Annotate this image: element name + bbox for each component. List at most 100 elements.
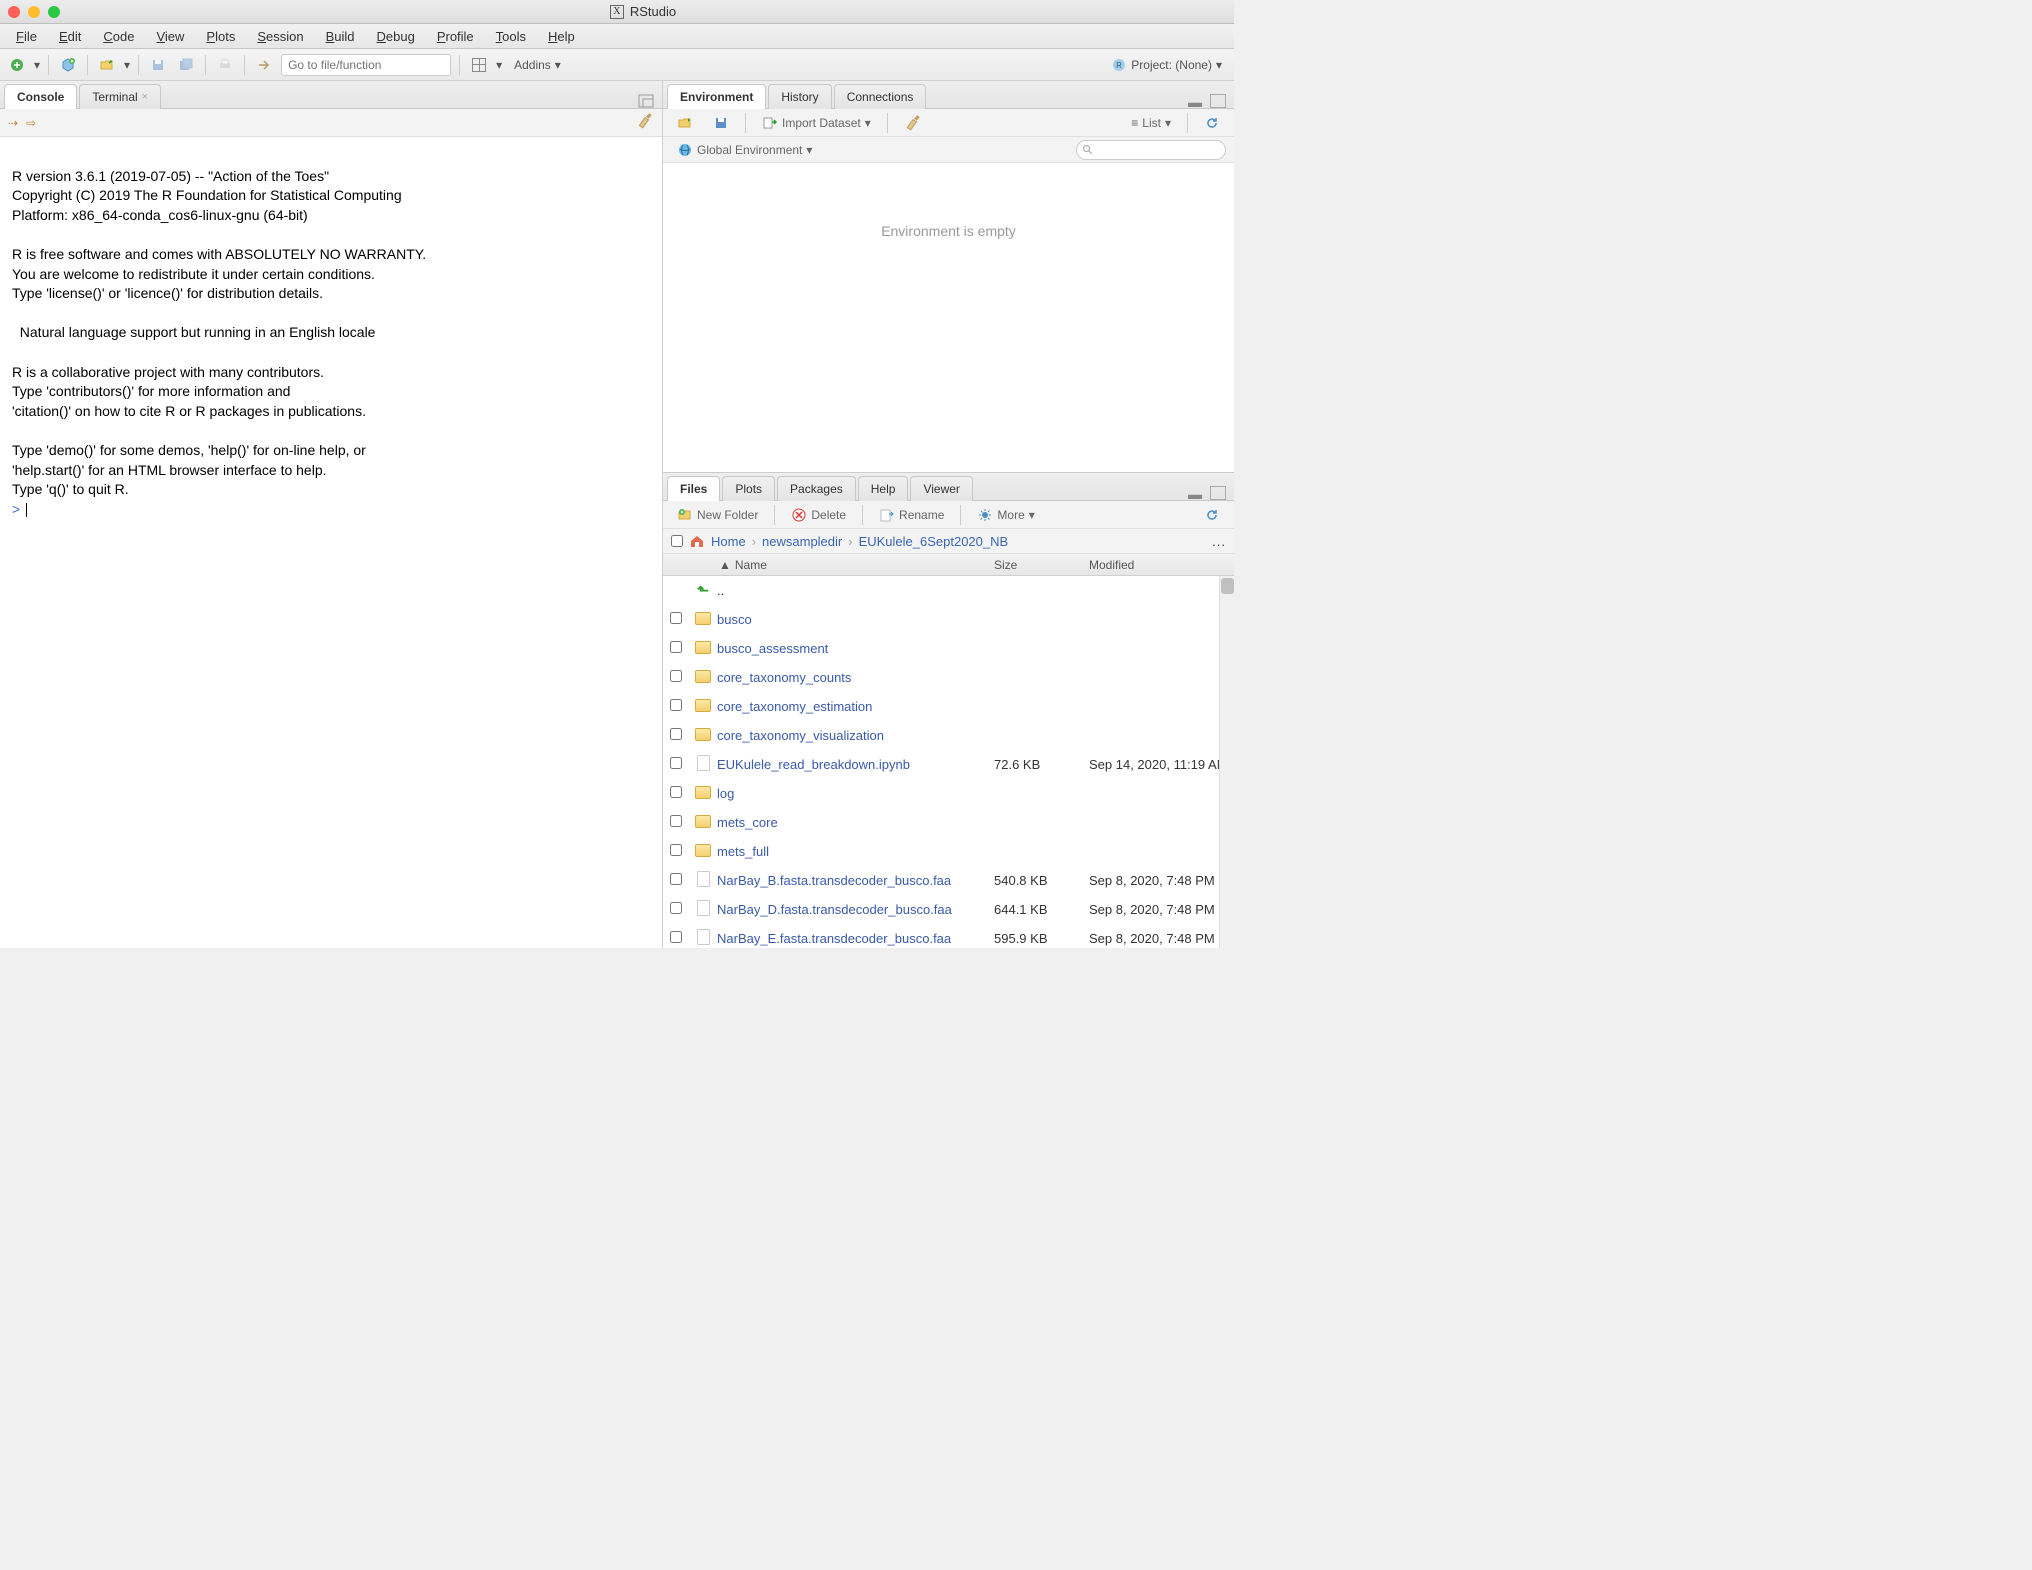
clear-workspace-button[interactable]	[898, 112, 928, 134]
menu-build[interactable]: Build	[316, 26, 365, 47]
file-row-up[interactable]: ⬑ ..	[663, 576, 1234, 605]
file-name[interactable]: busco_assessment	[717, 641, 994, 656]
file-name[interactable]: NarBay_D.fasta.transdecoder_busco.faa	[717, 902, 994, 917]
console-wd-chevrons[interactable]: ⇢	[8, 116, 18, 130]
file-checkbox[interactable]	[670, 873, 682, 885]
file-row[interactable]: NarBay_B.fasta.transdecoder_busco.faa540…	[663, 866, 1234, 895]
save-button[interactable]	[147, 54, 169, 76]
workspace-panes-dropdown[interactable]: ▾	[496, 58, 502, 72]
project-menu[interactable]: R Project: (None) ▾	[1111, 57, 1228, 73]
tab-plots[interactable]: Plots	[722, 476, 775, 501]
import-dataset-button[interactable]: Import Dataset ▾	[756, 113, 877, 133]
file-checkbox[interactable]	[670, 670, 682, 682]
menu-plots[interactable]: Plots	[196, 26, 245, 47]
console-wd-chevrons2[interactable]: ⇨	[26, 116, 36, 130]
menu-code[interactable]: Code	[93, 26, 144, 47]
file-checkbox[interactable]	[670, 844, 682, 856]
file-row[interactable]: core_taxonomy_visualization	[663, 721, 1234, 750]
save-all-button[interactable]	[175, 54, 197, 76]
tab-packages[interactable]: Packages	[777, 476, 856, 501]
more-button[interactable]: More ▾	[971, 505, 1040, 525]
menu-file[interactable]: File	[6, 26, 47, 47]
menu-edit[interactable]: Edit	[49, 26, 91, 47]
breadcrumb-more-button[interactable]: ...	[1212, 534, 1226, 549]
pane-minimize-button[interactable]: ▬	[1188, 486, 1204, 500]
open-file-dropdown[interactable]: ▾	[124, 58, 130, 72]
delete-button[interactable]: Delete	[785, 505, 852, 525]
refresh-env-button[interactable]	[1198, 113, 1226, 133]
col-modified-header[interactable]: Modified	[1089, 558, 1234, 572]
menu-session[interactable]: Session	[247, 26, 313, 47]
clear-console-button[interactable]	[636, 112, 654, 133]
save-workspace-button[interactable]	[707, 113, 735, 133]
vertical-scrollbar[interactable]	[1219, 576, 1234, 948]
tab-viewer[interactable]: Viewer	[910, 476, 972, 501]
file-name[interactable]: EUKulele_read_breakdown.ipynb	[717, 757, 994, 772]
addins-menu[interactable]: Addins ▾	[508, 58, 567, 72]
close-window-button[interactable]	[8, 6, 20, 18]
minimize-pane-icon[interactable]	[638, 94, 654, 108]
new-file-button[interactable]	[6, 54, 28, 76]
menu-profile[interactable]: Profile	[427, 26, 484, 47]
close-icon[interactable]: ×	[142, 91, 148, 103]
file-checkbox[interactable]	[670, 728, 682, 740]
file-row[interactable]: busco	[663, 605, 1234, 634]
rename-button[interactable]: Rename	[873, 505, 950, 525]
print-button[interactable]	[214, 54, 236, 76]
file-name[interactable]: mets_core	[717, 815, 994, 830]
menu-view[interactable]: View	[146, 26, 194, 47]
menu-debug[interactable]: Debug	[367, 26, 425, 47]
breadcrumb-home[interactable]: Home	[711, 534, 746, 549]
menu-tools[interactable]: Tools	[486, 26, 536, 47]
file-name[interactable]: core_taxonomy_visualization	[717, 728, 994, 743]
open-file-button[interactable]	[96, 54, 118, 76]
file-row[interactable]: core_taxonomy_counts	[663, 663, 1234, 692]
tab-help[interactable]: Help	[858, 476, 909, 501]
file-checkbox[interactable]	[670, 786, 682, 798]
workspace-panes-button[interactable]	[468, 54, 490, 76]
file-row[interactable]: busco_assessment	[663, 634, 1234, 663]
file-list[interactable]: ⬑ .. busco busco_assessment core_taxonomy_…	[663, 576, 1234, 948]
tab-files[interactable]: Files	[667, 476, 720, 501]
breadcrumb-item[interactable]: EUKulele_6Sept2020_NB	[859, 534, 1009, 549]
zoom-window-button[interactable]	[48, 6, 60, 18]
file-row[interactable]: mets_core	[663, 808, 1234, 837]
new-folder-button[interactable]: New Folder	[671, 505, 764, 525]
tab-console[interactable]: Console	[4, 84, 77, 109]
home-icon[interactable]	[689, 533, 705, 549]
file-name[interactable]: mets_full	[717, 844, 994, 859]
view-mode-button[interactable]: ≡ List ▾	[1125, 114, 1177, 132]
file-checkbox[interactable]	[670, 902, 682, 914]
breadcrumb-item[interactable]: newsampledir	[762, 534, 842, 549]
file-name[interactable]: core_taxonomy_estimation	[717, 699, 994, 714]
goto-file-input[interactable]	[281, 54, 451, 76]
tab-connections[interactable]: Connections	[834, 84, 927, 109]
pane-maximize-button[interactable]	[1210, 486, 1226, 500]
pane-maximize-button[interactable]	[1210, 94, 1226, 108]
file-checkbox[interactable]	[670, 815, 682, 827]
file-checkbox[interactable]	[670, 641, 682, 653]
file-name[interactable]: log	[717, 786, 994, 801]
file-checkbox[interactable]	[670, 612, 682, 624]
env-scope-selector[interactable]: Global Environment ▾	[671, 140, 818, 160]
col-size-header[interactable]: Size	[994, 558, 1089, 572]
menu-help[interactable]: Help	[538, 26, 585, 47]
col-name-header[interactable]: ▲ Name	[663, 558, 994, 572]
file-row[interactable]: NarBay_D.fasta.transdecoder_busco.faa644…	[663, 895, 1234, 924]
search-env-input[interactable]	[1076, 140, 1226, 160]
minimize-window-button[interactable]	[28, 6, 40, 18]
new-file-dropdown[interactable]: ▾	[34, 58, 40, 72]
file-row[interactable]: EUKulele_read_breakdown.ipynb72.6 KBSep …	[663, 750, 1234, 779]
tab-environment[interactable]: Environment	[667, 84, 766, 109]
file-row[interactable]: mets_full	[663, 837, 1234, 866]
file-name[interactable]: busco	[717, 612, 994, 627]
new-project-button[interactable]	[57, 54, 79, 76]
file-row[interactable]: core_taxonomy_estimation	[663, 692, 1234, 721]
file-name[interactable]: NarBay_E.fasta.transdecoder_busco.faa	[717, 931, 994, 946]
load-workspace-button[interactable]	[671, 113, 699, 133]
file-checkbox[interactable]	[670, 699, 682, 711]
console-output[interactable]: R version 3.6.1 (2019-07-05) -- "Action …	[0, 137, 662, 948]
file-name[interactable]: core_taxonomy_counts	[717, 670, 994, 685]
goto-icon-button[interactable]	[253, 54, 275, 76]
select-all-checkbox[interactable]	[671, 535, 683, 547]
